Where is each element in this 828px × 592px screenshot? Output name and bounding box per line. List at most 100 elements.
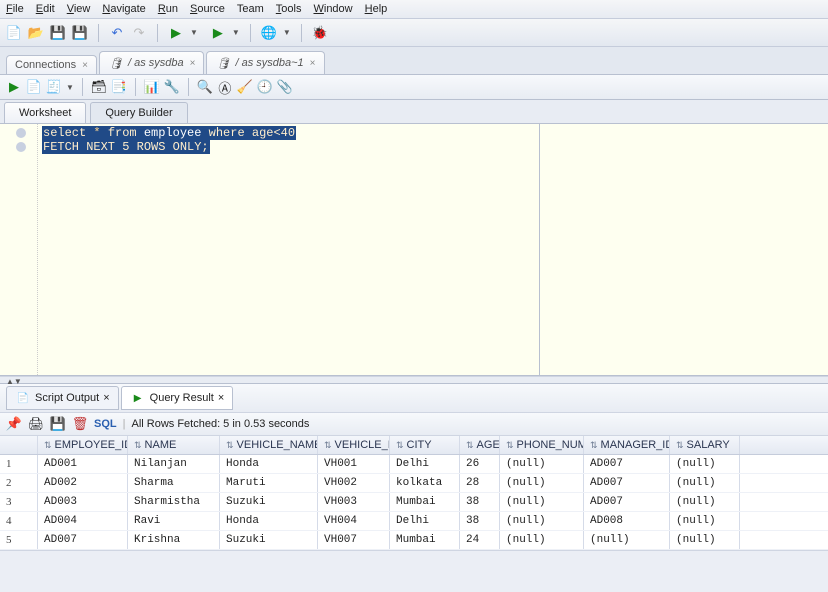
print-icon[interactable]: 🖨 bbox=[28, 416, 44, 432]
cell[interactable]: Krishna bbox=[128, 531, 220, 549]
cell[interactable]: Mumbai bbox=[390, 493, 460, 511]
tab-query-builder[interactable]: Query Builder bbox=[90, 102, 187, 123]
new-icon[interactable]: 📄 bbox=[6, 25, 22, 41]
menu-help[interactable]: Help bbox=[365, 3, 388, 15]
cell[interactable]: AD007 bbox=[584, 474, 670, 492]
run-script-icon[interactable]: 📄 bbox=[26, 79, 42, 95]
menu-tools[interactable]: Tools bbox=[276, 3, 302, 15]
cell[interactable]: VH003 bbox=[318, 493, 390, 511]
cell[interactable]: Nilanjan bbox=[128, 455, 220, 473]
cell[interactable]: 4 bbox=[0, 512, 38, 530]
cell[interactable]: (null) bbox=[500, 474, 584, 492]
tab-sysdba[interactable]: 🛢/ as sysdba× bbox=[99, 51, 204, 74]
cell[interactable]: (null) bbox=[500, 455, 584, 473]
cell[interactable]: AD007 bbox=[584, 493, 670, 511]
menu-run[interactable]: Run bbox=[158, 3, 178, 15]
run-alt-icon[interactable]: ▶ bbox=[210, 25, 226, 41]
format-icon[interactable]: Ⓐ bbox=[217, 79, 233, 95]
col-header[interactable]: ⇅NAME bbox=[128, 436, 220, 454]
cell[interactable]: Delhi bbox=[390, 455, 460, 473]
cell[interactable]: 28 bbox=[460, 474, 500, 492]
menu-file[interactable]: File bbox=[6, 3, 24, 15]
cell[interactable]: (null) bbox=[670, 455, 740, 473]
cell[interactable]: VH004 bbox=[318, 512, 390, 530]
cell[interactable]: (null) bbox=[670, 512, 740, 530]
editor-splitter[interactable] bbox=[539, 124, 540, 375]
run-dropdown-icon[interactable]: ▼ bbox=[190, 28, 198, 37]
menu-team[interactable]: Team bbox=[237, 3, 264, 15]
cell[interactable]: Honda bbox=[220, 512, 318, 530]
cell[interactable]: Honda bbox=[220, 455, 318, 473]
cell[interactable]: VH007 bbox=[318, 531, 390, 549]
bug-icon[interactable]: 🐞 bbox=[312, 25, 328, 41]
menu-source[interactable]: Source bbox=[190, 3, 225, 15]
menu-edit[interactable]: Edit bbox=[36, 3, 55, 15]
table-row[interactable]: 3AD003SharmisthaSuzukiVH003Mumbai38(null… bbox=[0, 493, 828, 512]
col-header[interactable]: ⇅SALARY bbox=[670, 436, 740, 454]
cell[interactable]: VH002 bbox=[318, 474, 390, 492]
menu-window[interactable]: Window bbox=[313, 3, 352, 15]
sql-editor[interactable]: select * from employee where age<40 FETC… bbox=[0, 124, 828, 376]
cell[interactable]: AD008 bbox=[584, 512, 670, 530]
menu-view[interactable]: View bbox=[67, 3, 91, 15]
col-header[interactable]: ⇅MANAGER_ID bbox=[584, 436, 670, 454]
close-icon[interactable]: × bbox=[190, 58, 196, 69]
save-grid-icon[interactable]: 💾 bbox=[50, 416, 66, 432]
history-icon[interactable]: 🕘 bbox=[257, 79, 273, 95]
table-row[interactable]: 2AD002SharmaMarutiVH002kolkata28(null)AD… bbox=[0, 474, 828, 493]
close-icon[interactable]: × bbox=[218, 392, 224, 404]
cell[interactable]: (null) bbox=[500, 493, 584, 511]
cell[interactable]: Suzuki bbox=[220, 531, 318, 549]
close-icon[interactable]: × bbox=[103, 392, 109, 404]
dropdown-icon[interactable]: ▼ bbox=[66, 83, 74, 92]
save-all-icon[interactable]: 💾 bbox=[72, 25, 88, 41]
cell[interactable]: (null) bbox=[670, 474, 740, 492]
sql-code[interactable]: select * from employee where age<40 FETC… bbox=[42, 126, 296, 154]
save-icon[interactable]: 💾 bbox=[50, 25, 66, 41]
run-icon[interactable]: ▶ bbox=[168, 25, 184, 41]
cell[interactable]: Sharma bbox=[128, 474, 220, 492]
sqltune-icon[interactable]: 🔧 bbox=[164, 79, 180, 95]
cell[interactable]: AD003 bbox=[38, 493, 128, 511]
tab-query-result[interactable]: ▶Query Result× bbox=[121, 386, 234, 410]
cell[interactable]: AD002 bbox=[38, 474, 128, 492]
col-header[interactable]: ⇅VEHICLE_ID bbox=[318, 436, 390, 454]
cell[interactable]: VH001 bbox=[318, 455, 390, 473]
globe-icon[interactable]: 🌐 bbox=[261, 25, 277, 41]
cell[interactable]: Sharmistha bbox=[128, 493, 220, 511]
run-statement-icon[interactable]: ▶ bbox=[6, 79, 22, 95]
col-header[interactable]: ⇅PHONE_NUM bbox=[500, 436, 584, 454]
cell[interactable]: 1 bbox=[0, 455, 38, 473]
cell[interactable]: 2 bbox=[0, 474, 38, 492]
sql-label[interactable]: SQL bbox=[94, 418, 117, 430]
col-header[interactable]: ⇅EMPLOYEE_ID bbox=[38, 436, 128, 454]
cell[interactable]: (null) bbox=[500, 512, 584, 530]
cell[interactable]: AD004 bbox=[38, 512, 128, 530]
cell[interactable]: (null) bbox=[670, 493, 740, 511]
table-row[interactable]: 1AD001NilanjanHondaVH001Delhi26(null)AD0… bbox=[0, 455, 828, 474]
autotrace-icon[interactable]: 📊 bbox=[144, 79, 160, 95]
cell[interactable]: 38 bbox=[460, 512, 500, 530]
close-icon[interactable]: × bbox=[310, 58, 316, 69]
snippet-icon[interactable]: 📎 bbox=[277, 79, 293, 95]
tab-script-output[interactable]: 📄Script Output× bbox=[6, 386, 119, 410]
cell[interactable]: (null) bbox=[670, 531, 740, 549]
cell[interactable]: 24 bbox=[460, 531, 500, 549]
open-icon[interactable]: 📂 bbox=[28, 25, 44, 41]
tab-connections[interactable]: Connections× bbox=[6, 55, 97, 74]
cell[interactable]: Suzuki bbox=[220, 493, 318, 511]
rownum-header[interactable] bbox=[0, 436, 38, 454]
cell[interactable]: Ravi bbox=[128, 512, 220, 530]
cell[interactable]: AD007 bbox=[38, 531, 128, 549]
table-row[interactable]: 4AD004RaviHondaVH004Delhi38(null)AD008(n… bbox=[0, 512, 828, 531]
close-icon[interactable]: × bbox=[82, 60, 88, 71]
cell[interactable]: Mumbai bbox=[390, 531, 460, 549]
tab-sysdba1[interactable]: 🛢/ as sysdba~1× bbox=[206, 51, 324, 74]
run-alt-dropdown-icon[interactable]: ▼ bbox=[232, 28, 240, 37]
undo-icon[interactable]: ↶ bbox=[109, 25, 125, 41]
delete-grid-icon[interactable]: 🗑 bbox=[72, 416, 88, 432]
pin-icon[interactable]: 📌 bbox=[6, 416, 22, 432]
cell[interactable]: (null) bbox=[584, 531, 670, 549]
cell[interactable]: 5 bbox=[0, 531, 38, 549]
cell[interactable]: 38 bbox=[460, 493, 500, 511]
